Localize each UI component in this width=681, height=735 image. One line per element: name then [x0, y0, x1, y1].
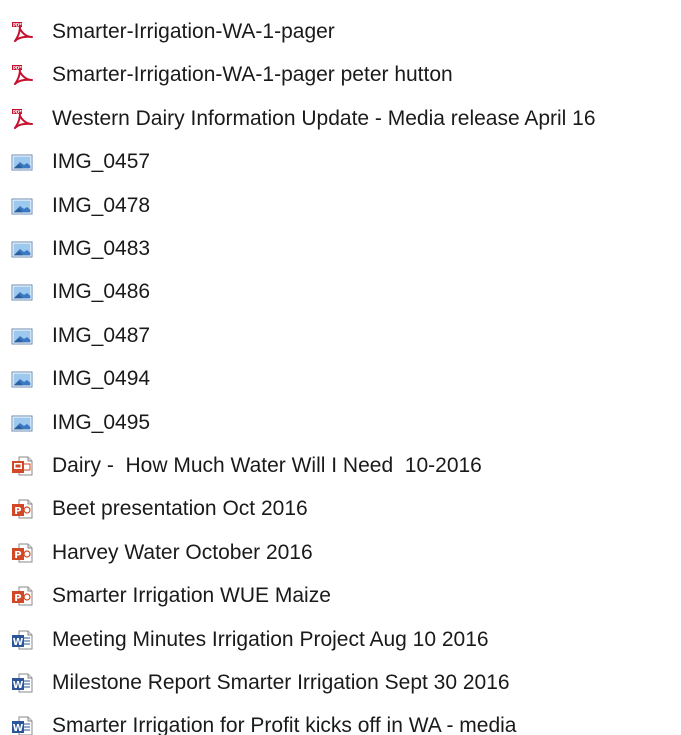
file-name-label: Beet presentation Oct 2016 — [52, 497, 308, 521]
word-file-icon: W — [11, 672, 33, 694]
svg-text:W: W — [13, 680, 24, 691]
file-list-item[interactable]: PDF Western Dairy Information Update - M… — [0, 105, 681, 133]
file-name-label: IMG_0495 — [52, 410, 151, 434]
image-file-icon — [11, 151, 33, 173]
powerpoint-file-icon: P — [11, 498, 33, 520]
image-file-icon — [11, 195, 33, 217]
powerpoint-show-icon — [11, 455, 33, 477]
file-list-item[interactable]: PDF Smarter-Irrigation-WA-1-pager — [0, 18, 681, 46]
file-list-item[interactable]: P Beet presentation Oct 2016 — [0, 495, 681, 523]
file-name-label: Smarter-Irrigation-WA-1-pager — [52, 20, 335, 43]
file-name-label: Smarter Irrigation WUE Maize — [52, 584, 331, 608]
file-list-item[interactable]: IMG_0478 — [0, 192, 681, 220]
file-name-label: Dairy - How Much Water Will I Need 10-20… — [52, 454, 482, 477]
file-list-item[interactable]: IMG_0457 — [0, 148, 681, 176]
file-list-item[interactable]: W Smarter Irrigation for Profit kicks of… — [0, 712, 681, 735]
powerpoint-file-icon: P — [11, 542, 33, 564]
word-file-icon: W — [11, 715, 33, 735]
file-name-label: IMG_0494 — [52, 367, 151, 391]
file-name-label: Milestone Report Smarter Irrigation Sept… — [52, 671, 510, 694]
pdf-file-icon: PDF — [11, 108, 33, 130]
word-file-icon: W — [11, 629, 33, 651]
file-list-item[interactable]: P Smarter Irrigation WUE Maize — [0, 582, 681, 610]
file-list-item[interactable]: W Milestone Report Smarter Irrigation Se… — [0, 669, 681, 697]
pdf-file-icon: PDF — [11, 21, 33, 43]
file-name-label: IMG_0486 — [52, 280, 151, 304]
file-name-label: IMG_0487 — [52, 323, 151, 347]
svg-text:P: P — [14, 550, 21, 561]
file-list-item[interactable]: Dairy - How Much Water Will I Need 10-20… — [0, 452, 681, 480]
file-name-label: Smarter-Irrigation-WA-1-pager peter hutt… — [52, 63, 453, 87]
file-name-label: Meeting Minutes Irrigation Project Aug 1… — [52, 627, 489, 651]
file-name-label: IMG_0457 — [52, 150, 151, 174]
file-list-item[interactable]: W Meeting Minutes Irrigation Project Aug… — [0, 626, 681, 654]
file-list-item[interactable]: P Harvey Water October 2016 — [0, 539, 681, 567]
svg-text:P: P — [14, 593, 21, 604]
file-list-item[interactable]: IMG_0495 — [0, 409, 681, 437]
image-file-icon — [11, 238, 33, 260]
image-file-icon — [11, 325, 33, 347]
image-file-icon — [11, 281, 33, 303]
file-list-item[interactable]: IMG_0486 — [0, 278, 681, 306]
file-name-label: IMG_0483 — [52, 237, 151, 260]
file-list-item[interactable]: PDF Smarter-Irrigation-WA-1-pager peter … — [0, 61, 681, 89]
pdf-file-icon: PDF — [11, 64, 33, 86]
file-list-item[interactable]: IMG_0494 — [0, 365, 681, 393]
powerpoint-file-icon: P — [11, 585, 33, 607]
svg-text:W: W — [13, 723, 24, 734]
image-file-icon — [11, 412, 33, 434]
file-name-label: Harvey Water October 2016 — [52, 540, 313, 564]
file-name-label: Western Dairy Information Update - Media… — [52, 106, 596, 130]
svg-text:W: W — [13, 636, 24, 647]
svg-text:P: P — [14, 506, 21, 517]
file-list-item[interactable]: IMG_0487 — [0, 322, 681, 350]
file-name-label: Smarter Irrigation for Profit kicks off … — [52, 714, 517, 735]
file-name-label: IMG_0478 — [52, 193, 151, 217]
image-file-icon — [11, 368, 33, 390]
file-list-item[interactable]: IMG_0483 — [0, 235, 681, 263]
file-list: PDF Smarter-Irrigation-WA-1-pager PDF Sm… — [0, 0, 681, 735]
